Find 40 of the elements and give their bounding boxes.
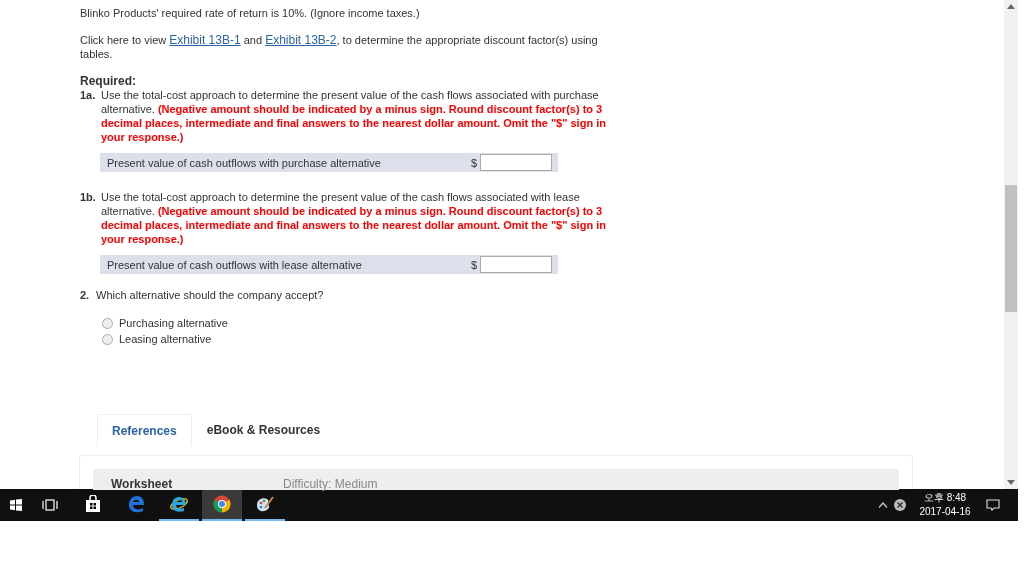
question-number: 2.	[80, 288, 91, 302]
radio-button[interactable]	[102, 317, 113, 329]
exhibit-link[interactable]: Exhibit 13B-1	[169, 33, 241, 47]
amount-input[interactable]	[480, 256, 552, 273]
required-heading: Required:	[80, 74, 137, 88]
question-number: 1a.	[80, 88, 97, 103]
e-logo-icon	[169, 495, 189, 513]
answer-label: Present value of cash outflows with purchase alternative	[107, 155, 382, 170]
exhibit-link[interactable]: Exhibit 13B-2	[265, 33, 337, 47]
clock-time: 오후 8:48	[923, 491, 967, 505]
currency-sign: $	[470, 257, 477, 272]
currency-sign: $	[470, 155, 477, 170]
scrollbar-thumb[interactable]	[1005, 185, 1017, 312]
answer-label: Present value of cash outflows with lease alternative	[107, 257, 363, 272]
difficulty-text: Difficulty: Medium	[283, 478, 378, 490]
worksheet-title: Worksheet	[111, 478, 174, 490]
down-arrow-icon	[1007, 480, 1015, 485]
notification-icon[interactable]	[986, 499, 1000, 511]
question-text: Which alternative should the company accept?	[96, 288, 324, 302]
question-number: 1b.	[80, 190, 97, 205]
clock-date: 2017-04-16	[919, 505, 971, 519]
amount-input[interactable]	[480, 154, 552, 171]
round-logo-icon	[213, 495, 231, 513]
question-text: Use the total-cost approach to determine the present value of the cash flows associated with purchase alternative. (Negative amount should be indicated by a minus sign. Round discount factor(s) to 3 decimal places, intermediate and final answers to the nearest dollar amount. Omit the "$" sign in your response.)	[101, 88, 607, 144]
option-label: Leasing alternative	[119, 332, 212, 346]
radio-button[interactable]	[102, 333, 113, 345]
exhibit-instructions: Click here to view Exhibit 13B-1 and Exhibit 13B-2, to determine the appropriate discount factor(s) using tables.	[80, 33, 599, 61]
close-circle-icon[interactable]	[894, 499, 906, 511]
tab[interactable]: References	[97, 414, 192, 446]
intro-text: Blinko Products' required rate of return is 10%. (Ignore income taxes.)	[80, 6, 421, 20]
e-logo-icon	[127, 495, 145, 513]
palette-icon	[255, 495, 275, 513]
tab[interactable]: eBook & Resources	[191, 414, 336, 446]
shopping-bag-icon	[85, 495, 101, 513]
scrollbar[interactable]	[1004, 0, 1018, 489]
chevron-up-icon[interactable]	[878, 502, 888, 508]
up-arrow-icon	[1007, 4, 1015, 9]
taskbar-app[interactable]	[202, 489, 242, 521]
question-text: Use the total-cost approach to determine the present value of the cash flows associated with lease alternative. (Negative amount should be indicated by a minus sign. Round discount factor(s) to 3 decimal places, intermediate and final answers to the nearest dollar amount. Omit the "$" sign in your response.)	[101, 190, 607, 246]
option-label: Purchasing alternative	[119, 316, 228, 330]
